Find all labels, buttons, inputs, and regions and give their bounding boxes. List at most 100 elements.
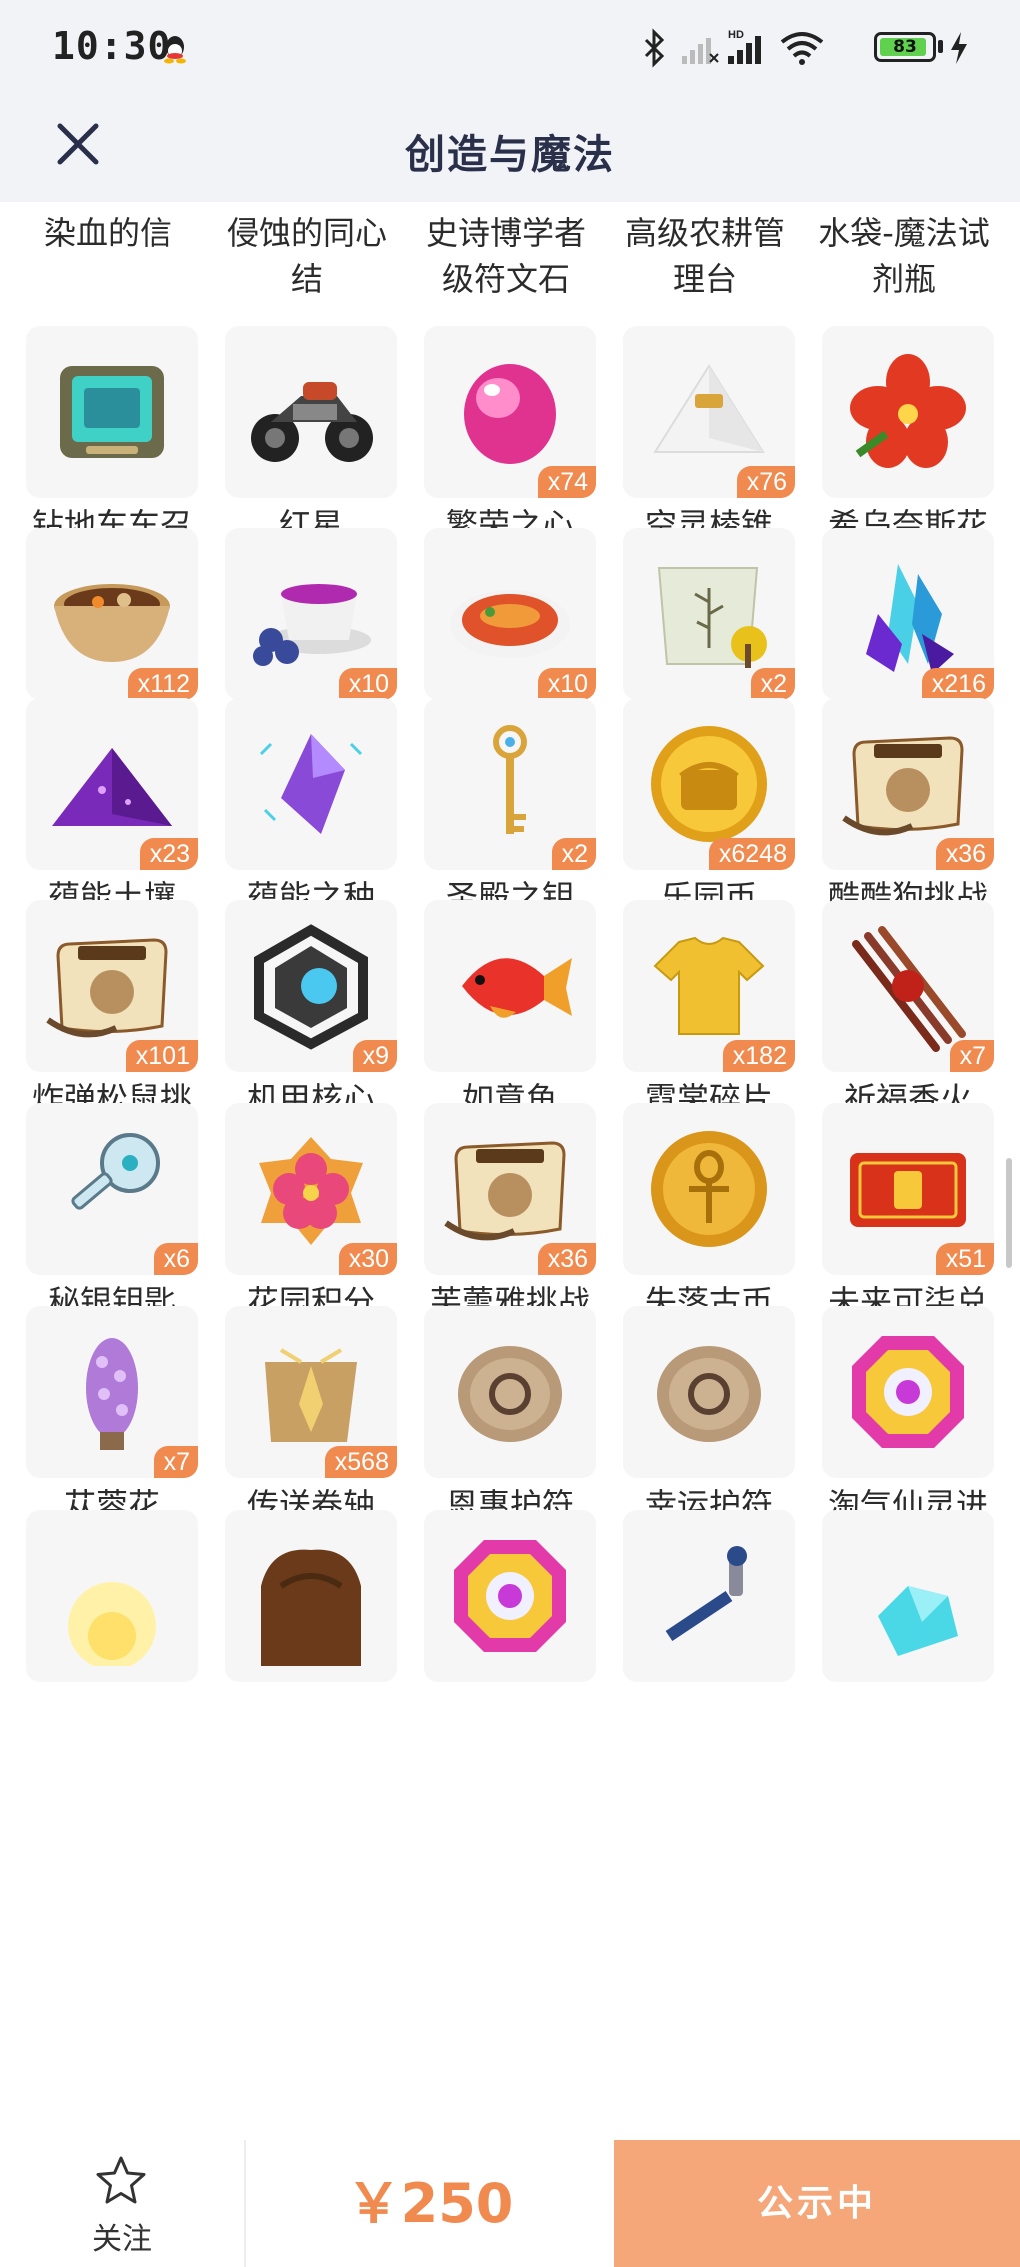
item-thumbnail: x216	[822, 528, 994, 700]
grid-item[interactable]: x7 祈福香火	[818, 900, 998, 1122]
signal-hd-icon: HD	[728, 29, 761, 64]
incense-icon	[852, 926, 966, 1052]
bottom-bar: 关注 ￥250 公示中	[0, 2140, 1020, 2267]
grid-item[interactable]: x9 机甲核心	[221, 900, 401, 1122]
grid-item[interactable]	[221, 1510, 401, 1682]
grid-item[interactable]: x30 花园积分	[221, 1103, 401, 1325]
wanted-icon	[46, 938, 168, 1038]
battery-cap	[938, 40, 943, 53]
item-count-badge: x2	[551, 838, 596, 870]
star-icon	[96, 2156, 146, 2204]
status-time: 10:30	[52, 24, 172, 68]
grid-item[interactable]: x6248 乐园币	[619, 698, 799, 920]
item-count-badge: x568	[324, 1446, 397, 1478]
item-thumbnail: x10	[424, 528, 596, 700]
charging-icon	[951, 32, 967, 64]
item-thumbnail: x568	[225, 1306, 397, 1478]
item-count-badge: x36	[935, 838, 994, 870]
item-label: 侵蚀的同心结	[226, 214, 387, 298]
grid-item[interactable]: x2 圣殿之钥	[420, 698, 600, 920]
grid-item[interactable]	[619, 1510, 799, 1682]
wifi-icon	[780, 32, 824, 65]
rainbow-gem-icon	[454, 1540, 566, 1652]
item-thumbnail	[822, 326, 994, 498]
wanted-icon	[842, 736, 964, 836]
item-thumbnail: x76	[623, 326, 795, 498]
grid-item[interactable]: x182 霓裳碎片	[619, 900, 799, 1122]
item-count-badge: x112	[127, 668, 198, 700]
item-thumbnail: x2	[623, 528, 795, 700]
item-count-badge: x51	[935, 1243, 994, 1275]
scroll-icon	[265, 1348, 357, 1442]
grid-item[interactable]: 如意鱼	[420, 900, 600, 1122]
item-count-badge: x7	[153, 1446, 198, 1478]
grid-item[interactable]	[818, 1510, 998, 1682]
seed-gem-icon	[259, 734, 363, 834]
item-grid[interactable]: 染血的信 侵蚀的同心结 史诗博学者级符文石 高级农耕管理台 水袋-魔法试剂瓶 钻…	[0, 202, 1020, 2140]
grid-item[interactable]: 希乌奈斯花	[818, 326, 998, 548]
rainbow-gem-icon	[852, 1336, 964, 1448]
grid-item[interactable]: x74 繁荣之心	[420, 326, 600, 548]
signal-icon	[682, 38, 719, 64]
item-thumbnail	[424, 1510, 596, 1682]
follow-button[interactable]: 关注	[0, 2140, 244, 2267]
grid-item[interactable]: 幸运护符	[619, 1306, 799, 1528]
status-button[interactable]: 公示中	[614, 2140, 1020, 2267]
item-thumbnail	[424, 1306, 596, 1478]
flower-badge-icon	[259, 1137, 363, 1245]
glow-icon	[68, 1582, 156, 1666]
seed-bag-icon	[657, 567, 767, 668]
item-count-badge: x23	[139, 838, 198, 870]
grid-item[interactable]: x6 秘银钥匙	[22, 1103, 202, 1325]
item-thumbnail	[623, 1103, 795, 1275]
item-label: 染血的信	[43, 214, 172, 252]
status-bar: 10:30 HD 83	[0, 0, 1020, 100]
grid-item[interactable]: x23 蕴能土壤	[22, 698, 202, 920]
brown-icon	[261, 1549, 361, 1666]
item-thumbnail	[822, 1306, 994, 1478]
bluetooth-icon	[644, 28, 665, 68]
koi-icon	[462, 958, 572, 1018]
grid-item[interactable]	[420, 1510, 600, 1682]
qq-icon	[164, 36, 186, 64]
item-thumbnail: x10	[225, 528, 397, 700]
item-count-badge: x6	[153, 1243, 198, 1275]
grid-item[interactable]: x7 苁蓉花	[22, 1306, 202, 1528]
grid-item[interactable]: 失落古币	[619, 1103, 799, 1325]
item-thumbnail	[424, 900, 596, 1072]
page-title: 创造与魔法	[405, 132, 615, 178]
item-thumbnail	[26, 326, 198, 498]
fish-dish-icon	[450, 590, 570, 658]
pyramid-icon	[653, 364, 765, 453]
grid-item[interactable]: x568 传送卷轴	[221, 1306, 401, 1528]
gem-pink-icon	[464, 364, 556, 464]
grid-item[interactable]: 蕴能之种	[221, 698, 401, 920]
item-count-badge: x9	[352, 1040, 397, 1072]
item-thumbnail: x23	[26, 698, 198, 870]
purple-plant-icon	[86, 1338, 138, 1450]
core-icon	[254, 924, 368, 1050]
item-thumbnail: x101	[26, 900, 198, 1072]
item-thumbnail: x36	[424, 1103, 596, 1275]
status-icons: HD 83	[642, 24, 972, 74]
item-count-badge: x30	[338, 1243, 397, 1275]
partial-row: 染血的信 侵蚀的同心结 史诗博学者级符文石 高级农耕管理台 水袋-魔法试剂瓶	[0, 202, 1020, 322]
network-type-label: HD	[728, 29, 744, 41]
grid-item[interactable]: 恩惠护符	[420, 1306, 600, 1528]
title-bar: 创造与魔法	[0, 100, 1020, 202]
item-count-badge: x36	[537, 1243, 596, 1275]
grid-item[interactable]	[22, 1510, 202, 1682]
coin-icon	[651, 726, 767, 842]
item-thumbnail	[225, 326, 397, 498]
grid-item[interactable]: x76 空灵棱锥	[619, 326, 799, 548]
ticket-icon	[850, 1153, 966, 1227]
scrollbar[interactable]	[1006, 1158, 1012, 1268]
item-thumbnail: x51	[822, 1103, 994, 1275]
item-count-badge: x10	[338, 668, 397, 700]
item-thumbnail: x112	[26, 528, 198, 700]
item-thumbnail: x6	[26, 1103, 198, 1275]
item-thumbnail	[822, 1510, 994, 1682]
item-count-badge: x74	[537, 466, 596, 498]
grid-item[interactable]: 红星	[221, 326, 401, 548]
item-label: 史诗博学者级符文石	[425, 214, 586, 298]
